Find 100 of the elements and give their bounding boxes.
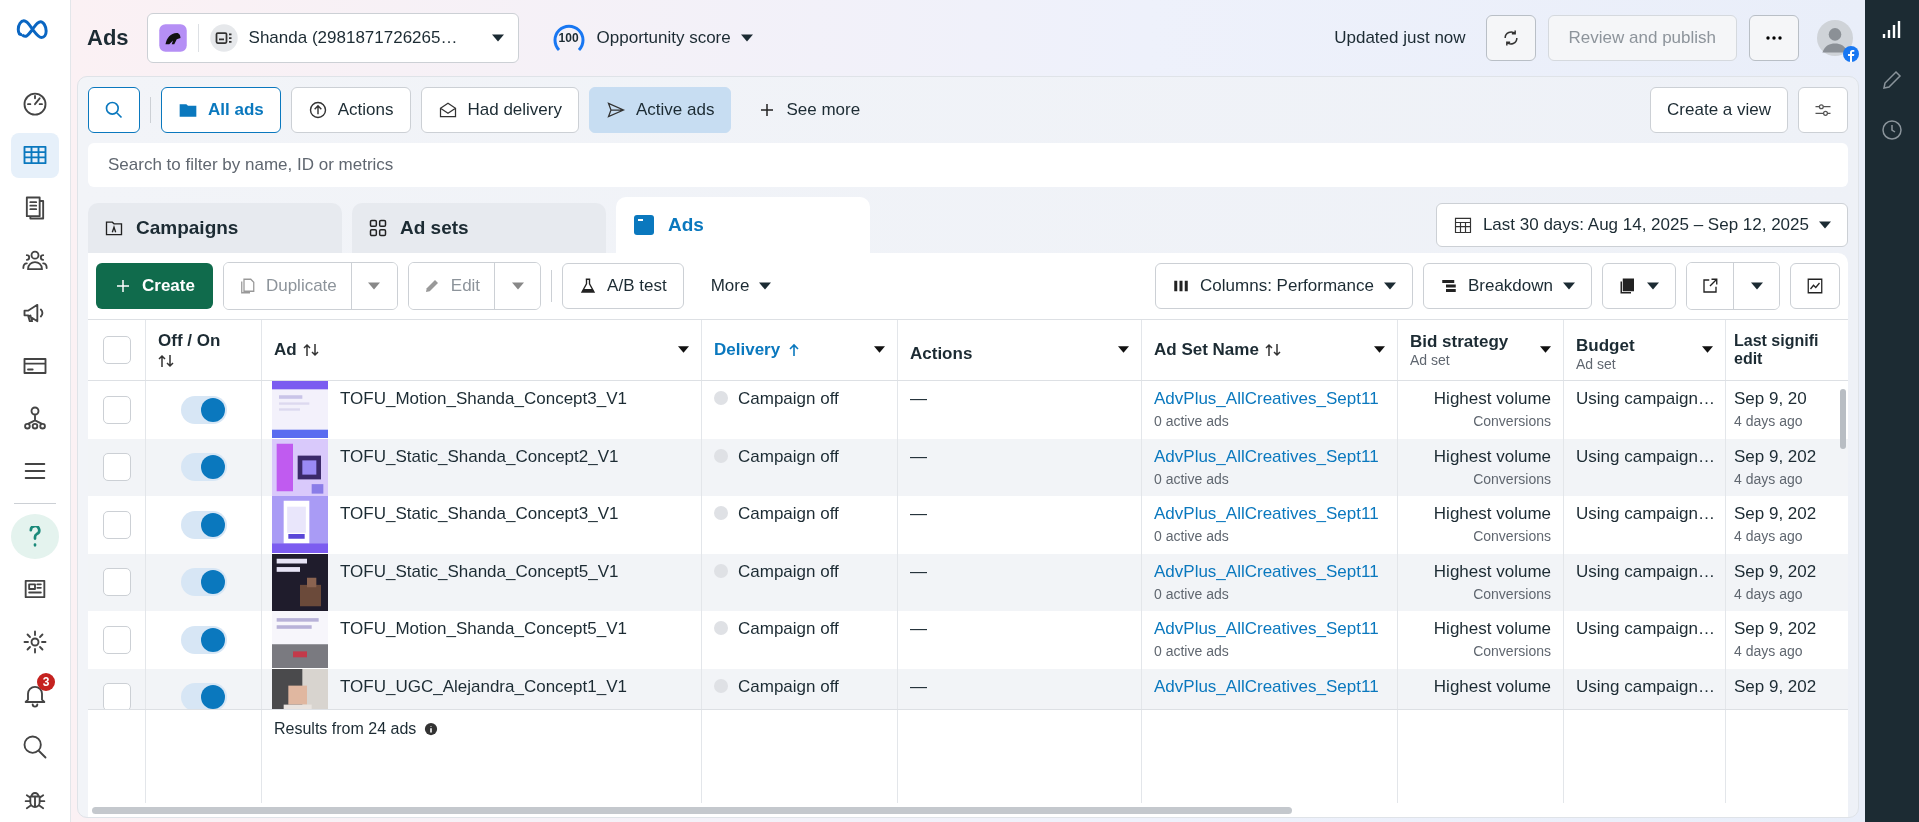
row-checkbox[interactable] [102,568,131,597]
caret-icon [1819,221,1831,229]
bell-nav-button[interactable]: 3 [11,672,59,717]
ad-name[interactable]: TOFU_Static_Shanda_Concept2_V1 [340,438,619,496]
brand-logo-icon [157,23,188,53]
caret-icon[interactable] [678,346,689,353]
filter-chip[interactable]: Actions [290,87,411,133]
caret-icon [511,282,524,290]
ad-set-link[interactable]: AdvPlus_AllCreatives_Sept11 [1154,389,1385,409]
create-view-button[interactable]: Create a view [1650,87,1788,133]
help-nav-button[interactable] [11,514,59,559]
caret-icon[interactable] [1118,346,1129,353]
ad-name[interactable]: TOFU_UGC_Alejandra_Concept1_V1 [340,668,627,709]
ad-name[interactable]: TOFU_Motion_Shanda_Concept5_V1 [340,611,627,669]
column-header[interactable]: Ad [274,340,297,360]
filter-chip[interactable]: All ads [161,87,281,133]
toggle-switch[interactable] [180,568,227,597]
row-checkbox[interactable] [102,683,131,709]
level-tab[interactable]: Ad sets [352,203,606,253]
notification-badge: 3 [37,673,55,692]
row-checkbox[interactable] [102,625,131,654]
toggle-switch[interactable] [180,625,227,654]
refresh-button[interactable] [1485,15,1536,61]
filter-chip[interactable]: Active ads [589,87,732,133]
column-header[interactable]: Ad Set Name [1154,340,1259,360]
account-selector[interactable]: Shanda (2981871726265… [146,13,519,63]
search-button[interactable] [88,87,140,133]
ad-name[interactable]: TOFU_Motion_Shanda_Concept3_V1 [340,381,627,439]
ad-set-link[interactable]: AdvPlus_AllCreatives_Sept11 [1154,619,1385,639]
envelope-icon [437,100,458,120]
toggle-switch[interactable] [180,683,227,709]
edit-age: 4 days ago [1734,585,1804,602]
columns-button[interactable]: Columns: Performance [1155,263,1413,309]
column-header[interactable]: Bid strategy [1410,332,1509,352]
filter-settings-button[interactable] [1798,87,1848,133]
caret-icon [740,34,753,42]
bid-goal: Conversions [1473,470,1551,487]
see-more-button[interactable]: See more [741,87,878,133]
pencil-icon[interactable] [1880,68,1904,92]
row-checkbox[interactable] [102,453,131,482]
bid-strategy: Highest volume [1433,619,1551,639]
toggle-switch[interactable] [180,510,227,539]
toggle-switch[interactable] [180,453,227,482]
chart-button[interactable] [1790,263,1840,309]
reports-menu-button[interactable] [1602,263,1676,309]
sort-icon[interactable] [158,353,174,369]
edit-age: 4 days ago [1734,643,1804,659]
export-menu-button[interactable] [1733,263,1779,309]
ad-set-link[interactable]: AdvPlus_AllCreatives_Sept11 [1154,676,1385,697]
vertical-scrollbar[interactable] [1840,389,1846,449]
profile-avatar[interactable] [1817,20,1853,56]
horizontal-scrollbar[interactable] [92,806,1292,814]
caret-icon[interactable] [1374,346,1385,353]
delivery-status: Campaign off [738,389,839,409]
clock-icon[interactable] [1880,118,1904,142]
level-tab[interactable]: Ads [616,197,870,253]
edit-date: Sep 9, 202 [1734,676,1818,697]
column-header[interactable]: Off / On [158,331,221,351]
caret-icon [1750,282,1763,290]
ad-set-link[interactable]: AdvPlus_AllCreatives_Sept11 [1154,561,1385,582]
ad-name[interactable]: TOFU_Static_Shanda_Concept5_V1 [340,553,619,611]
create-button[interactable]: Create [96,263,213,309]
ab-test-button[interactable]: A/B test [562,263,684,309]
budget-cell: Using campaign… [1576,619,1715,638]
toggle-switch[interactable] [180,395,227,424]
caret-icon[interactable] [1540,346,1551,353]
results-summary: Results from 24 ads [274,720,417,738]
active-ads-count: 0 active ads [1154,585,1230,602]
caret-icon[interactable] [1702,346,1713,353]
row-checkbox[interactable] [102,395,131,424]
opportunity-score-button[interactable]: 100 Opportunity score [544,19,759,57]
row-checkbox[interactable] [102,510,131,539]
breakdown-button[interactable]: Breakdown [1422,263,1592,309]
select-all-checkbox[interactable] [102,336,131,364]
bid-strategy: Highest volume [1433,504,1551,524]
ad-set-link[interactable]: AdvPlus_AllCreatives_Sept11 [1154,504,1385,524]
bid-strategy: Highest volume [1433,561,1551,582]
date-range-picker[interactable]: Last 30 days: Aug 14, 2025 – Sep 12, 2025 [1435,203,1848,247]
bid-goal: Conversions [1473,413,1551,429]
column-header[interactable]: Last signifi [1734,332,1819,350]
column-header[interactable]: Actions [910,344,973,364]
more-button[interactable]: More [693,263,789,309]
caret-icon[interactable] [874,346,885,353]
filter-chip[interactable]: Had delivery [420,87,579,133]
table-nav-button[interactable] [11,132,59,178]
column-header[interactable]: Budget [1576,336,1635,356]
search-field[interactable]: Search to filter by name, ID or metrics [88,143,1848,187]
delivery-status: Campaign off [738,561,839,582]
caret-icon [759,282,772,290]
line-chart-icon [1806,277,1824,295]
info-icon[interactable] [424,722,439,736]
facebook-badge-icon [1843,46,1859,62]
level-tab[interactable]: Campaigns [88,203,342,253]
column-header[interactable]: Delivery [714,340,781,360]
column-header: edit [1734,350,1764,368]
sort-icon[interactable] [1264,342,1281,358]
sort-icon[interactable] [302,342,319,358]
ad-set-link[interactable]: AdvPlus_AllCreatives_Sept11 [1154,446,1385,467]
ad-name[interactable]: TOFU_Static_Shanda_Concept3_V1 [340,496,619,554]
delivery-status: Campaign off [738,446,839,467]
